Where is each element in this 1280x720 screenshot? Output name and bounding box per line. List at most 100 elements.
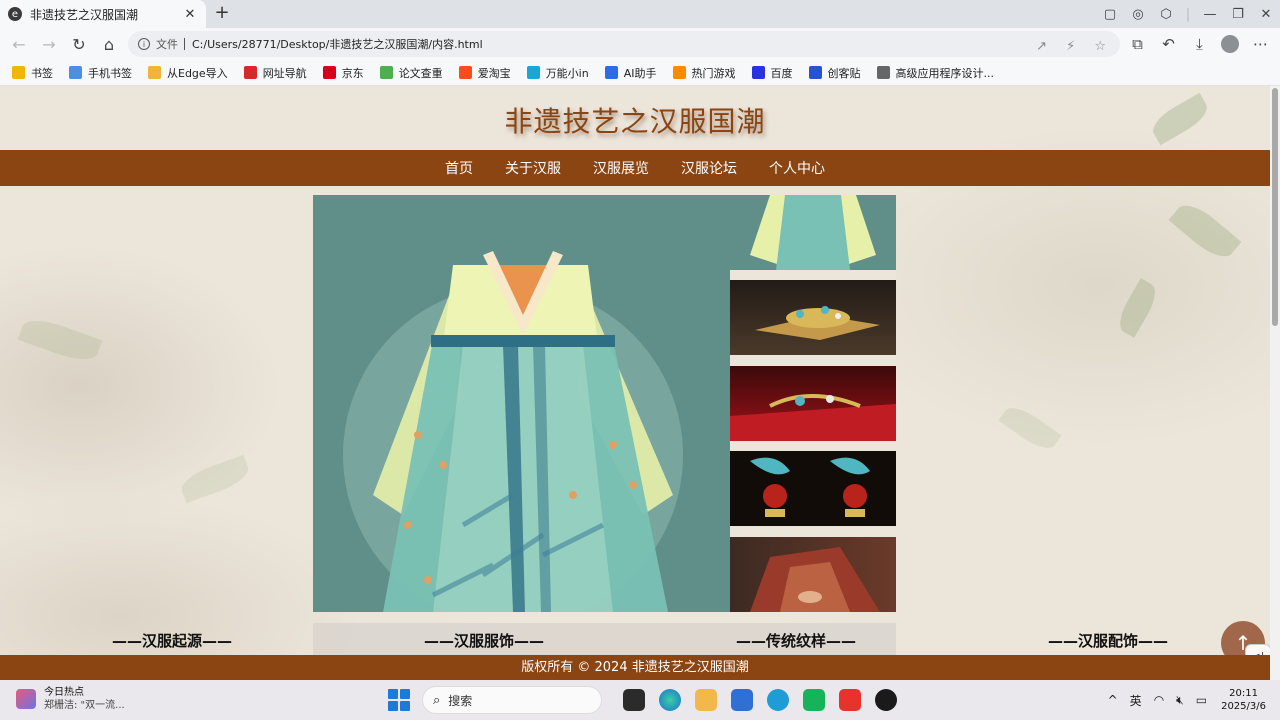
thumb-gold-crown[interactable] (730, 280, 896, 355)
downloads-icon[interactable]: ⤓ (1184, 35, 1215, 53)
main-nav: 首页 关于汉服 汉服展览 汉服论坛 个人中心 (0, 150, 1270, 186)
image-gallery (313, 195, 896, 612)
battery-icon[interactable]: ▭ (1196, 693, 1207, 707)
bookmark-item[interactable]: 从Edge导入 (148, 65, 228, 81)
ime-indicator[interactable]: 英 (1130, 692, 1142, 709)
task-view-icon[interactable] (623, 689, 645, 711)
page-viewport: 非遗技艺之汉服国潮 首页 关于汉服 汉服展览 汉服论坛 个人中心 ——汉服起源—… (0, 86, 1270, 680)
tab-actions-icon[interactable]: ▢ (1096, 7, 1124, 22)
page-footer: 版权所有 © 2024 非遗技艺之汉服国潮 (0, 655, 1270, 680)
bookmark-item[interactable]: 百度 (751, 65, 793, 81)
window-close-icon[interactable]: ✕ (1252, 7, 1280, 22)
page-scrollbar[interactable] (1270, 86, 1280, 680)
more-menu-icon[interactable]: ⋯ (1245, 35, 1276, 53)
wps-icon[interactable] (839, 689, 861, 711)
new-tab-icon[interactable]: + (212, 3, 232, 23)
thumb-red-hairpin[interactable] (730, 366, 896, 441)
crown-image (755, 306, 880, 340)
leaf-decoration (998, 400, 1062, 456)
bookmark-item[interactable]: 万能小in (526, 65, 589, 81)
category-patterns[interactable]: ——传统纹样—— (736, 630, 856, 651)
clock[interactable]: 20:11 2025/3/6 (1221, 687, 1266, 713)
scrollbar-thumb[interactable] (1272, 88, 1278, 326)
bookmark-item[interactable]: 热门游戏 (672, 65, 736, 81)
wechat-icon[interactable] (803, 689, 825, 711)
extensions-icon[interactable]: ⧉ (1122, 35, 1153, 53)
extensions-menu-icon[interactable]: ⬡ (1152, 7, 1180, 22)
browser-app-icon[interactable] (767, 689, 789, 711)
tray-expand-icon[interactable]: ^ (1108, 693, 1118, 707)
maximize-icon[interactable]: ❐ (1224, 7, 1252, 22)
qq-icon[interactable] (875, 689, 897, 711)
refresh-icon[interactable]: ↻ (64, 35, 94, 54)
clock-date: 2025/3/6 (1221, 701, 1266, 712)
bookmark-label: AI助手 (623, 66, 657, 80)
bookmark-item[interactable]: 爱淘宝 (458, 65, 511, 81)
system-tray: ^ 英 ◠ 🔇︎ ▭ 20:11 2025/3/6 (1096, 680, 1266, 720)
home-icon[interactable]: ⌂ (94, 35, 124, 54)
performance-icon[interactable]: ⚡ (1066, 39, 1075, 54)
bookmark-icon (12, 66, 25, 79)
back-icon[interactable]: ← (4, 35, 34, 54)
thumb-hanfu-top[interactable] (730, 195, 896, 270)
tab-close-icon[interactable]: ✕ (182, 7, 198, 22)
bookmark-item[interactable]: 高级应用程序设计... (876, 65, 994, 81)
leaf-decoration (1113, 278, 1162, 338)
leaf-decoration (17, 313, 103, 367)
file-label: 文件 (156, 38, 178, 51)
bookmark-item[interactable]: 书签 (12, 65, 53, 81)
bookmark-label: 手机书签 (88, 66, 132, 80)
thumb-gap (730, 441, 896, 451)
bookmark-item[interactable]: 京东 (322, 65, 364, 81)
nav-link[interactable]: 个人中心 (769, 158, 825, 178)
address-bar[interactable]: i 文件 C:/Users/28771/Desktop/非遗技艺之汉服国潮/内容… (128, 31, 1120, 57)
category-clothing[interactable]: ——汉服服饰—— (424, 630, 544, 651)
thumb-hanfu-image (750, 195, 876, 270)
bookmark-icon (604, 66, 618, 79)
robe-image (750, 547, 880, 612)
bookmark-item[interactable]: 论文查重 (379, 65, 443, 81)
volume-muted-icon[interactable]: 🔇︎ (1176, 693, 1184, 708)
nav-link[interactable]: 汉服展览 (593, 158, 649, 178)
news-title: 今日热点 (44, 687, 84, 698)
url-text[interactable]: C:/Users/28771/Desktop/非遗技艺之汉服国潮/内容.html (192, 36, 1036, 52)
hero-hanfu-image[interactable] (313, 195, 730, 612)
bookmark-icon (148, 66, 161, 79)
bookmark-label: 京东 (341, 66, 364, 80)
ornaments-image (750, 457, 870, 517)
thumb-jade-ornaments[interactable] (730, 451, 896, 526)
info-icon[interactable]: i (138, 38, 150, 50)
bookmark-item[interactable]: AI助手 (604, 65, 657, 81)
bookmark-label: 书签 (31, 66, 53, 80)
bookmark-item[interactable]: 创客贴 (808, 65, 861, 81)
browser-tab[interactable]: e 非遗技艺之汉服国潮 ✕ (0, 0, 206, 28)
favorite-star-icon[interactable]: ☆ (1094, 39, 1106, 54)
copilot-icon[interactable]: ◎ (1124, 7, 1152, 22)
news-widget[interactable]: 今日热点 郑栅洁: "双一流... (16, 686, 125, 712)
minimize-icon[interactable]: — (1196, 7, 1224, 22)
wifi-icon[interactable]: ◠ (1154, 693, 1164, 707)
store-icon[interactable] (731, 689, 753, 711)
tab-strip: e 非遗技艺之汉服国潮 ✕ + ▢ ◎ ⬡ | — ❐ ✕ (0, 0, 1280, 28)
edge-icon[interactable] (659, 689, 681, 711)
read-aloud-icon[interactable]: ↗ (1036, 39, 1047, 54)
nav-link[interactable]: 汉服论坛 (681, 158, 737, 178)
history-icon[interactable]: ↶ (1153, 35, 1184, 53)
nav-link[interactable]: 首页 (445, 158, 473, 178)
category-accessories[interactable]: ——汉服配饰—— (1048, 630, 1168, 651)
file-explorer-icon[interactable] (695, 689, 717, 711)
thumb-red-robe[interactable] (730, 537, 896, 612)
bookmark-item[interactable]: 网址导航 (243, 65, 307, 81)
windows-taskbar: 今日热点 郑栅洁: "双一流... ⌕ 搜索 ^ 英 ◠ 🔇︎ ▭ 20:11 … (0, 680, 1280, 720)
taskbar-search[interactable]: ⌕ 搜索 (422, 686, 602, 714)
start-button[interactable] (388, 689, 410, 711)
search-icon: ⌕ (433, 692, 441, 708)
leaf-decoration (177, 454, 253, 504)
forward-icon[interactable]: → (34, 35, 64, 54)
bookmark-icon (379, 66, 393, 79)
profile-avatar[interactable] (1221, 35, 1239, 53)
thumb-gap (730, 270, 896, 280)
category-origin[interactable]: ——汉服起源—— (112, 630, 232, 651)
bookmark-item[interactable]: 手机书签 (69, 65, 132, 81)
nav-link[interactable]: 关于汉服 (505, 158, 561, 178)
